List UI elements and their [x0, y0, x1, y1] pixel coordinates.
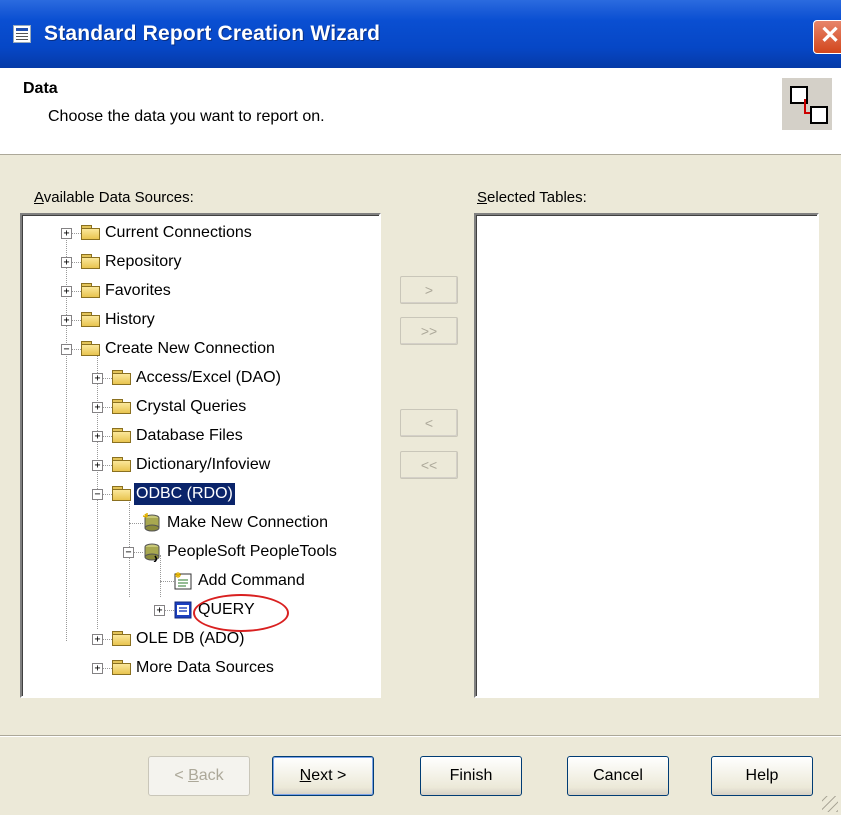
folder-icon — [112, 486, 132, 502]
tree-item[interactable]: + Crystal Queries — [22, 394, 377, 422]
cancel-button[interactable]: Cancel — [567, 756, 669, 796]
tree-item[interactable]: − Create New Connection — [22, 336, 377, 364]
query-icon — [174, 601, 192, 619]
tree-item-label: PeopleSoft PeopleTools — [167, 543, 337, 560]
next-button[interactable]: Next > — [272, 756, 374, 796]
tree-item[interactable]: − PeopleSoft PeopleTools — [22, 539, 377, 567]
folder-icon — [112, 370, 132, 386]
wizard-content: Available Data Sources: Selected Tables:… — [0, 155, 841, 735]
expand-icon[interactable]: + — [92, 431, 103, 442]
folder-icon — [81, 341, 101, 357]
folder-icon — [81, 283, 101, 299]
tree-item-label: Dictionary/Infoview — [136, 456, 271, 473]
page-title: Data — [23, 80, 58, 97]
tree-item-label: Current Connections — [105, 224, 252, 241]
available-data-sources-label: Available Data Sources: — [34, 189, 194, 206]
close-button[interactable]: ✕ — [813, 20, 841, 54]
folder-icon — [81, 225, 101, 241]
back-button[interactable]: < Back — [148, 756, 250, 796]
tree-item-label: More Data Sources — [136, 659, 274, 676]
page-subtitle: Choose the data you want to report on. — [48, 108, 325, 125]
expand-icon[interactable]: + — [92, 373, 103, 384]
query-highlight-circle — [193, 594, 289, 632]
folder-icon — [112, 457, 132, 473]
expand-icon[interactable]: + — [92, 634, 103, 645]
folder-icon — [81, 312, 101, 328]
tree-item[interactable]: Add Command — [22, 568, 377, 596]
collapse-icon[interactable]: − — [92, 489, 103, 500]
tree-item[interactable]: + History — [22, 307, 377, 335]
add-button[interactable]: > — [400, 276, 458, 304]
data-sources-tree[interactable]: + Current Connections + Repository + Favorite… — [20, 213, 381, 698]
tree-item-label: Favorites — [105, 282, 171, 299]
tree-item[interactable]: + Current Connections — [22, 220, 377, 248]
selected-tables-list[interactable] — [474, 213, 819, 698]
expand-icon[interactable]: + — [61, 257, 72, 268]
folder-icon — [112, 428, 132, 444]
tree-item-label: History — [105, 311, 155, 328]
footer-divider — [0, 735, 841, 737]
resize-grip-icon[interactable] — [822, 796, 838, 812]
add-command-icon — [174, 572, 192, 590]
tree-item[interactable]: − ODBC (RDO) — [22, 481, 377, 509]
folder-icon — [112, 660, 132, 676]
new-connection-icon — [143, 513, 160, 532]
tree-item[interactable]: + Favorites — [22, 278, 377, 306]
tree-item[interactable]: Make New Connection — [22, 510, 377, 538]
database-icon — [144, 543, 160, 562]
expand-icon[interactable]: + — [92, 460, 103, 471]
window-title: Standard Report Creation Wizard — [44, 22, 381, 45]
tree-item-label: Create New Connection — [105, 340, 275, 357]
tree-item-label: Add Command — [198, 572, 305, 589]
folder-icon — [81, 254, 101, 270]
wizard-window-icon — [13, 25, 31, 43]
expand-icon[interactable]: + — [61, 315, 72, 326]
tree-item[interactable]: + More Data Sources — [22, 655, 377, 683]
expand-icon[interactable]: + — [92, 663, 103, 674]
folder-icon — [112, 399, 132, 415]
tree-item-label: Crystal Queries — [136, 398, 247, 415]
wizard-header: Data Choose the data you want to report … — [0, 68, 841, 155]
tree-item-label: ODBC (RDO) — [133, 482, 236, 506]
tree-item[interactable]: + Dictionary/Infoview — [22, 452, 377, 480]
expand-icon[interactable]: + — [61, 286, 72, 297]
folder-icon — [112, 631, 132, 647]
finish-button[interactable]: Finish — [420, 756, 522, 796]
tree-item-label: Database Files — [136, 427, 243, 444]
remove-button[interactable]: < — [400, 409, 458, 437]
collapse-icon[interactable]: − — [123, 547, 134, 558]
add-all-button[interactable]: >> — [400, 317, 458, 345]
expand-icon[interactable]: + — [154, 605, 165, 616]
tree-item-label: Access/Excel (DAO) — [136, 369, 281, 386]
tree-item-label: Repository — [105, 253, 182, 270]
tree-item-label: Make New Connection — [167, 514, 328, 531]
tree-item[interactable]: + Access/Excel (DAO) — [22, 365, 377, 393]
expand-icon[interactable]: + — [92, 402, 103, 413]
selected-tables-label: Selected Tables: — [477, 189, 587, 206]
tree-item[interactable]: + OLE DB (ADO) — [22, 626, 377, 654]
tree-item[interactable]: + Repository — [22, 249, 377, 277]
expand-icon[interactable]: + — [61, 228, 72, 239]
collapse-icon[interactable]: − — [61, 344, 72, 355]
help-button[interactable]: Help — [711, 756, 813, 796]
remove-all-button[interactable]: << — [400, 451, 458, 479]
table-link-icon — [782, 78, 832, 130]
tree-item[interactable]: + Database Files — [22, 423, 377, 451]
title-bar: Standard Report Creation Wizard ✕ — [0, 0, 841, 68]
